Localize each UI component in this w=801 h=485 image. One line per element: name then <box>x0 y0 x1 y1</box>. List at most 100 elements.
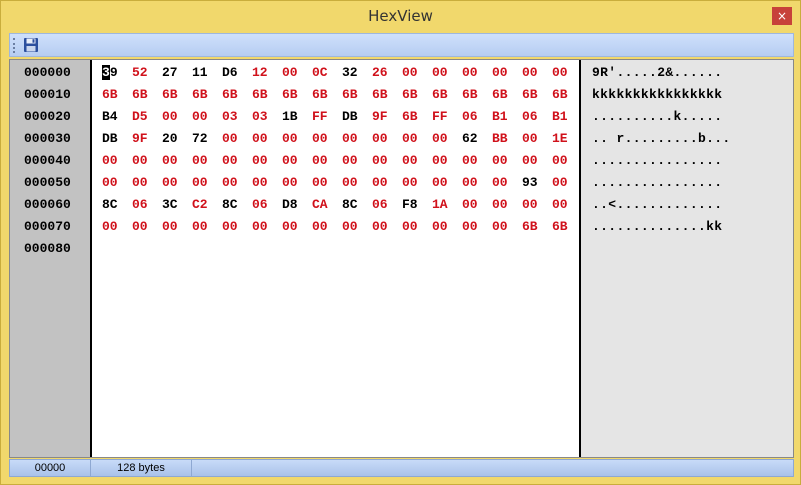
hex-byte[interactable]: CA <box>312 194 342 216</box>
hex-byte[interactable]: 27 <box>162 62 192 84</box>
hex-byte[interactable]: 00 <box>342 150 372 172</box>
hex-byte[interactable]: 03 <box>222 106 252 128</box>
hex-byte[interactable]: 06 <box>462 106 492 128</box>
hex-byte[interactable]: 00 <box>402 172 432 194</box>
hex-byte[interactable]: 72 <box>192 128 222 150</box>
hex-byte[interactable]: 00 <box>192 150 222 172</box>
hex-byte[interactable]: 00 <box>252 150 282 172</box>
hex-byte[interactable]: 00 <box>162 106 192 128</box>
hex-byte[interactable]: 06 <box>372 194 402 216</box>
hex-byte[interactable]: 6B <box>252 84 282 106</box>
hex-byte[interactable]: 9F <box>372 106 402 128</box>
hex-byte[interactable]: 00 <box>522 62 552 84</box>
hex-byte[interactable]: 3C <box>162 194 192 216</box>
title-bar[interactable]: HexView × <box>1 1 800 32</box>
hex-byte[interactable]: 03 <box>252 106 282 128</box>
hex-byte[interactable]: 9F <box>132 128 162 150</box>
hex-byte[interactable]: 00 <box>252 172 282 194</box>
hex-byte[interactable]: 00 <box>282 172 312 194</box>
hex-byte[interactable]: 6B <box>492 84 522 106</box>
hex-byte[interactable]: 00 <box>312 128 342 150</box>
hex-byte[interactable]: 6B <box>402 84 432 106</box>
hex-byte[interactable]: C2 <box>192 194 222 216</box>
hex-byte[interactable]: 00 <box>132 150 162 172</box>
hex-byte[interactable]: 6B <box>342 84 372 106</box>
hex-byte[interactable]: 00 <box>372 128 402 150</box>
hex-byte[interactable]: 00 <box>252 216 282 238</box>
hex-byte[interactable]: FF <box>312 106 342 128</box>
hex-byte[interactable]: 00 <box>462 62 492 84</box>
hex-byte[interactable]: 6B <box>102 84 132 106</box>
hex-byte[interactable]: 00 <box>312 216 342 238</box>
hex-byte[interactable]: 00 <box>402 128 432 150</box>
hex-byte[interactable]: 20 <box>162 128 192 150</box>
toolbar-grip[interactable] <box>13 38 17 53</box>
hex-byte[interactable]: 00 <box>552 194 582 216</box>
save-icon[interactable] <box>23 37 39 53</box>
hex-byte[interactable]: 00 <box>462 150 492 172</box>
hex-byte[interactable]: 06 <box>252 194 282 216</box>
hex-byte[interactable]: D5 <box>132 106 162 128</box>
hex-byte[interactable]: 00 <box>492 62 522 84</box>
hex-byte[interactable]: BB <box>492 128 522 150</box>
hex-byte[interactable]: 00 <box>492 194 522 216</box>
hex-byte[interactable]: 6B <box>522 216 552 238</box>
hex-byte[interactable]: 8C <box>222 194 252 216</box>
hex-byte[interactable]: 00 <box>372 150 402 172</box>
hex-byte[interactable]: 8C <box>342 194 372 216</box>
hex-byte[interactable]: 00 <box>522 150 552 172</box>
hex-byte[interactable]: 00 <box>432 172 462 194</box>
hex-byte[interactable]: 6B <box>132 84 162 106</box>
hex-byte[interactable]: B1 <box>552 106 582 128</box>
hex-byte[interactable]: 00 <box>282 150 312 172</box>
hex-byte[interactable]: 00 <box>282 216 312 238</box>
hex-byte[interactable]: 00 <box>432 62 462 84</box>
hex-byte[interactable]: 00 <box>342 216 372 238</box>
hex-byte[interactable]: 6B <box>522 84 552 106</box>
hex-byte[interactable]: 00 <box>372 216 402 238</box>
hex-byte[interactable]: 6B <box>192 84 222 106</box>
hex-byte[interactable]: B1 <box>492 106 522 128</box>
hex-byte[interactable]: 00 <box>402 62 432 84</box>
hex-byte[interactable]: 6B <box>312 84 342 106</box>
hex-byte[interactable]: D6 <box>222 62 252 84</box>
hex-byte[interactable]: 6B <box>222 84 252 106</box>
hex-byte[interactable]: 06 <box>132 194 162 216</box>
hex-byte[interactable]: 00 <box>432 216 462 238</box>
hex-byte[interactable]: 26 <box>372 62 402 84</box>
hex-byte[interactable]: 6B <box>552 84 582 106</box>
hex-byte[interactable]: 00 <box>402 150 432 172</box>
hex-byte[interactable]: 00 <box>102 172 132 194</box>
hex-byte[interactable]: DB <box>342 106 372 128</box>
hex-byte[interactable]: 00 <box>312 150 342 172</box>
hex-byte[interactable]: 00 <box>462 172 492 194</box>
hex-byte[interactable]: 6B <box>372 84 402 106</box>
hex-byte[interactable]: 00 <box>192 106 222 128</box>
ascii-column[interactable]: 9R'.....2&...... kkkkkkkkkkkkkkkk........… <box>581 60 793 457</box>
hex-byte[interactable]: D8 <box>282 194 312 216</box>
hex-byte[interactable]: 00 <box>402 216 432 238</box>
hex-byte[interactable]: 00 <box>252 128 282 150</box>
hex-byte[interactable]: 0C <box>312 62 342 84</box>
hex-byte[interactable]: F8 <box>402 194 432 216</box>
hex-byte[interactable]: 00 <box>372 172 402 194</box>
hex-byte[interactable]: 11 <box>192 62 222 84</box>
hex-byte[interactable]: 00 <box>192 216 222 238</box>
hex-byte[interactable]: 1A <box>432 194 462 216</box>
hex-byte[interactable]: B4 <box>102 106 132 128</box>
hex-byte[interactable]: 00 <box>492 216 522 238</box>
hex-byte[interactable]: 06 <box>522 106 552 128</box>
hex-byte[interactable]: 00 <box>192 172 222 194</box>
hex-byte[interactable]: 00 <box>462 194 492 216</box>
hex-byte[interactable]: 00 <box>102 216 132 238</box>
hex-byte[interactable]: 00 <box>162 150 192 172</box>
hex-byte[interactable]: DB <box>102 128 132 150</box>
hex-byte[interactable]: 12 <box>252 62 282 84</box>
hex-byte[interactable]: 32 <box>342 62 372 84</box>
hex-byte[interactable]: 00 <box>282 62 312 84</box>
hex-byte[interactable]: 1E <box>552 128 582 150</box>
hex-byte[interactable]: 00 <box>552 150 582 172</box>
hex-byte[interactable]: FF <box>432 106 462 128</box>
hex-editor[interactable]: 000000 000010 000020 000030 000040 000050 0000… <box>9 59 794 458</box>
hex-byte-cursor[interactable]: 39 <box>102 62 132 84</box>
